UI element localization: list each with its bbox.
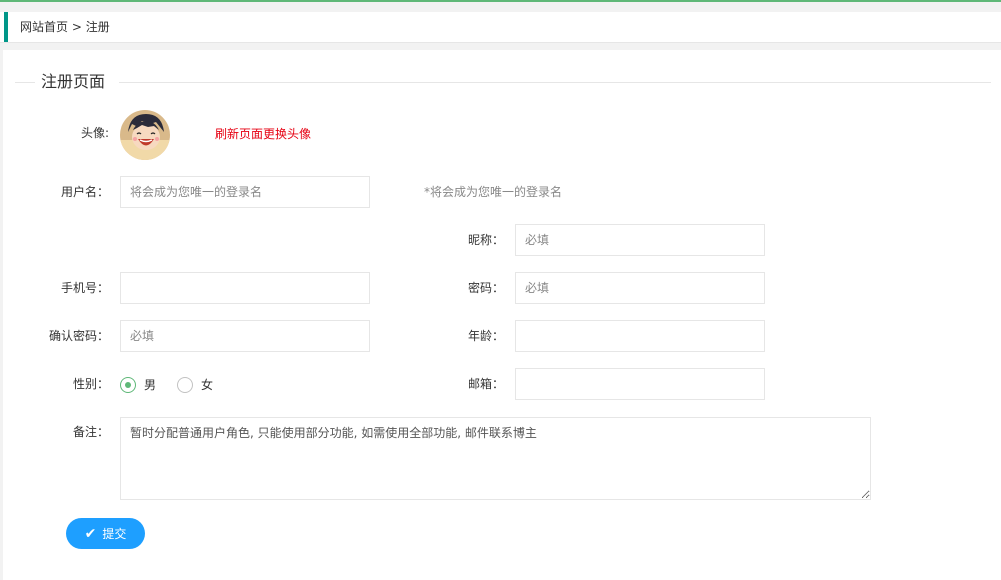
avatar-image <box>120 110 170 160</box>
remark-label: 备注： <box>72 425 109 439</box>
age-input[interactable] <box>515 320 765 352</box>
gender-label: 性别： <box>72 377 109 391</box>
phone-input[interactable] <box>120 272 370 304</box>
age-label: 年龄： <box>467 329 504 343</box>
page-title: 注册页面 <box>41 72 106 91</box>
confirm-password-input[interactable] <box>120 320 370 352</box>
gender-radio-male[interactable]: 男 <box>120 376 156 393</box>
username-input[interactable] <box>120 176 370 208</box>
username-label: 用户名： <box>60 185 109 199</box>
avatar <box>120 110 170 160</box>
radio-unchecked-icon[interactable] <box>177 376 193 393</box>
nickname-label: 昵称： <box>467 233 504 247</box>
gender-option-female: 女 <box>201 378 214 392</box>
breadcrumb-accent <box>4 12 8 42</box>
username-hint: *将会成为您唯一的登录名 <box>424 185 563 199</box>
avatar-label: 头像: <box>80 126 109 140</box>
breadcrumb-separator: > <box>71 20 82 34</box>
remark-textarea[interactable] <box>120 417 871 500</box>
breadcrumb-bar: 网站首页 > 注册 <box>0 12 1001 43</box>
gender-option-male: 男 <box>144 378 157 392</box>
breadcrumb: 网站首页 > 注册 <box>20 12 110 42</box>
refresh-avatar-tip: 刷新页面更换头像 <box>215 127 312 141</box>
gender-radio-female[interactable]: 女 <box>177 376 213 393</box>
phone-label: 手机号： <box>60 281 109 295</box>
top-accent-line <box>0 0 1001 2</box>
fieldset-line-right <box>119 82 991 83</box>
radio-checked-icon[interactable] <box>120 376 136 393</box>
password-input[interactable] <box>515 272 765 304</box>
email-label: 邮箱： <box>467 377 504 391</box>
confirm-password-label: 确认密码： <box>48 329 109 343</box>
password-label: 密码： <box>467 281 504 295</box>
check-icon: ✔ <box>84 525 97 542</box>
email-input[interactable] <box>515 368 765 400</box>
breadcrumb-current: 注册 <box>85 20 110 34</box>
submit-label: 提交 <box>102 527 127 541</box>
submit-button[interactable]: ✔ 提交 <box>66 518 145 549</box>
breadcrumb-home-link[interactable]: 网站首页 <box>20 20 68 34</box>
register-panel: 注册页面 头像: 刷新页面更换头像 用户名： *将会成为您唯一的登录名 昵称： … <box>3 50 1001 580</box>
nickname-input[interactable] <box>515 224 765 256</box>
fieldset-line-left <box>15 82 35 83</box>
